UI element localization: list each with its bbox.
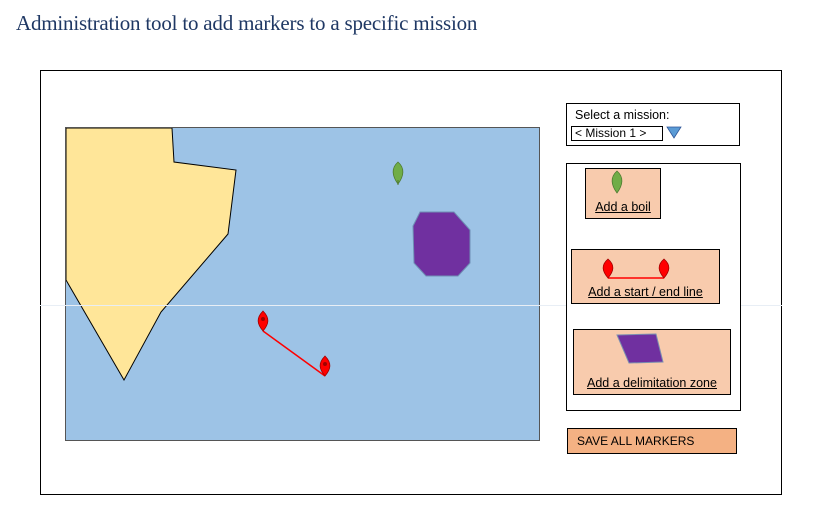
start-end-line[interactable] [262,330,326,377]
add-zone-button[interactable]: Add a delimitation zone [573,329,731,395]
map-canvas[interactable] [65,127,540,441]
add-buoy-button[interactable]: Add a boil [585,168,661,219]
land-area [66,128,237,382]
line-start-marker[interactable] [257,310,269,332]
polygon-icon [616,333,664,364]
add-zone-label: Add a delimitation zone [587,376,717,390]
mission-select[interactable]: < Mission 1 > [571,126,663,141]
map-pin-icon [611,170,623,194]
triangle-down-icon[interactable] [666,126,682,139]
add-buoy-label: Add a boil [595,200,651,214]
marker-tools-panel: Add a boil Add a start / end line Add a … [566,163,741,411]
page-title: Administration tool to add markers to a … [16,11,478,35]
add-line-label: Add a start / end line [588,285,703,299]
buoy-marker[interactable] [392,161,404,185]
save-all-markers-button[interactable]: SAVE ALL MARKERS [567,428,737,454]
line-icon [602,258,670,279]
mission-selector-panel: Select a mission: < Mission 1 > [566,103,740,146]
delimitation-zone[interactable] [412,211,471,277]
add-line-button[interactable]: Add a start / end line [571,249,720,304]
mission-selector-label: Select a mission: [575,108,670,122]
